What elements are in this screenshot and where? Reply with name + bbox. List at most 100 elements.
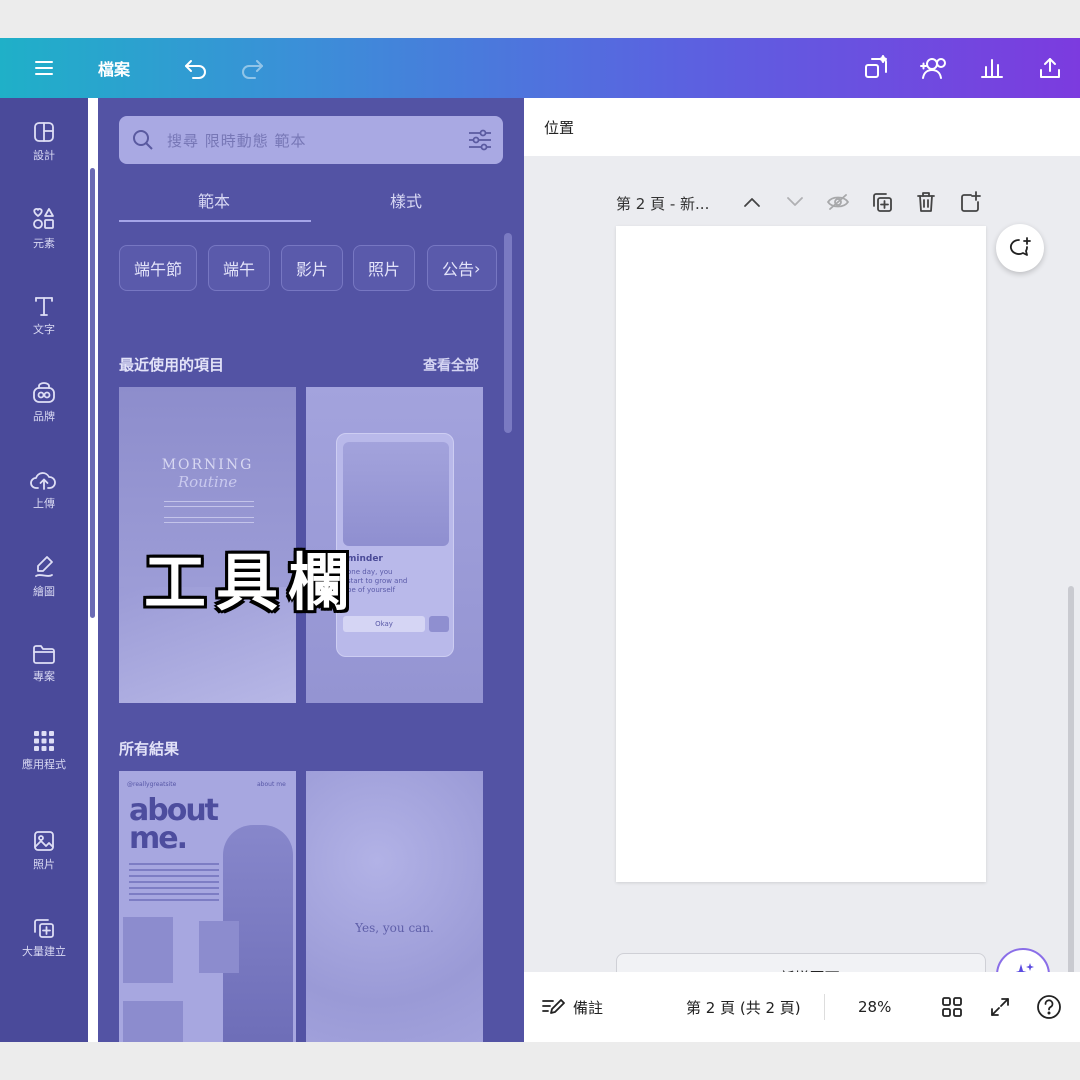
rail-item-label: 元素: [33, 236, 55, 250]
thumb-lines: [164, 517, 254, 523]
fullscreen-button[interactable]: [989, 972, 1011, 1042]
chevron-up-icon: [744, 198, 760, 207]
page-indicator[interactable]: 第 2 頁 (共 2 頁): [686, 972, 801, 1042]
thumb-handle: @reallygreatsite: [127, 781, 177, 788]
divider: [824, 994, 825, 1020]
rail-item-label: 照片: [33, 857, 55, 871]
tab-styles[interactable]: 樣式: [390, 188, 422, 212]
thumb-photo: [123, 1001, 183, 1042]
rail-item-projects[interactable]: 專案: [0, 623, 88, 703]
active-tab-indicator: [119, 220, 311, 222]
text-icon: [35, 296, 53, 316]
page-title[interactable]: 第 2 頁 - 新...: [616, 193, 709, 214]
photo-icon: [34, 830, 54, 851]
bottom-status-bar: 備註 第 2 頁 (共 2 頁) 28%: [524, 972, 1080, 1042]
rail-item-bulk-create[interactable]: 大量建立: [0, 897, 88, 977]
rail-scrollbar[interactable]: [90, 168, 95, 618]
filter-chip[interactable]: 端午節: [119, 245, 197, 291]
hamburger-icon: [35, 61, 53, 75]
duplicate-page-button[interactable]: [870, 190, 894, 214]
add-comment-button[interactable]: [996, 224, 1044, 272]
magic-resize-icon: [865, 55, 887, 78]
rail-item-label: 設計: [33, 148, 55, 162]
filter-chip-label: 公告: [442, 260, 475, 279]
analytics-button[interactable]: [972, 38, 1012, 98]
canvas-scrollbar[interactable]: [1068, 586, 1074, 1014]
share-people-button[interactable]: [914, 38, 954, 98]
notes-label: 備註: [573, 998, 604, 1017]
rail-item-elements[interactable]: 元素: [0, 188, 88, 268]
shapes-icon: [33, 207, 54, 229]
filter-sliders-icon[interactable]: [467, 128, 493, 152]
canvas-area: 位置 第 2 頁 - 新... + 新增頁面 ⌃: [524, 98, 1080, 1042]
recent-section-title: 最近使用的項目: [119, 356, 225, 374]
position-button[interactable]: 位置: [544, 117, 574, 138]
filter-chip[interactable]: 影片: [281, 245, 343, 291]
add-page-icon: [961, 191, 981, 212]
duplicate-icon: [873, 193, 892, 212]
upload-share-button[interactable]: [1030, 38, 1070, 98]
see-all-link[interactable]: 查看全部: [423, 355, 479, 375]
help-icon: [1037, 995, 1061, 1019]
rail-item-draw[interactable]: 繪圖: [0, 536, 88, 616]
rail-item-brand[interactable]: 品牌: [0, 362, 88, 442]
undo-button[interactable]: [176, 38, 216, 98]
rail-item-label: 品牌: [33, 409, 55, 423]
thumb-heading: MORNING: [161, 457, 254, 473]
notes-button[interactable]: 備註: [541, 972, 603, 1042]
heart-icon: [429, 616, 449, 632]
filter-chip[interactable]: 照片: [353, 245, 415, 291]
file-menu-button[interactable]: 檔案: [90, 38, 138, 98]
template-thumbnail[interactable]: @reallygreatsite about me about me. ♛: [119, 771, 296, 1042]
rail-item-photos[interactable]: 照片: [0, 810, 88, 890]
thumb-photo: [123, 917, 173, 983]
redo-button[interactable]: [232, 38, 272, 98]
panel-scrollbar[interactable]: [504, 233, 512, 433]
share-people-icon: [920, 58, 946, 79]
draw-icon: [35, 555, 53, 577]
canva-editor: 檔案 設計 元素 文字 品牌 上傳 繪圖 專案 應用程式 照片 大量建立 搜尋 …: [0, 38, 1080, 1042]
rail-item-label: 應用程式: [22, 757, 66, 771]
help-button[interactable]: [1036, 972, 1062, 1042]
rail-item-upload[interactable]: 上傳: [0, 449, 88, 529]
comment-add-icon: [1010, 237, 1031, 256]
filter-chip[interactable]: 公告 ›: [427, 245, 497, 291]
rail-item-apps[interactable]: 應用程式: [0, 710, 88, 790]
grid-view-button[interactable]: [941, 972, 963, 1042]
side-nav-rail: 設計 元素 文字 品牌 上傳 繪圖 專案 應用程式 照片 大量建立: [0, 98, 95, 1042]
template-thumbnail[interactable]: Yes, you can. ♛: [306, 771, 483, 1042]
rail-item-label: 繪圖: [33, 584, 55, 598]
redo-icon: [242, 60, 263, 79]
thumb-title: about me.: [129, 796, 219, 856]
thumb-quote: Yes, you can.: [355, 921, 434, 935]
add-page-icon-button[interactable]: [958, 190, 982, 214]
notes-pencil-icon: [542, 999, 565, 1014]
tab-templates[interactable]: 範本: [198, 188, 230, 212]
undo-icon: [185, 60, 206, 79]
magic-resize-button[interactable]: [856, 38, 896, 98]
grid-view-icon: [942, 997, 962, 1017]
rail-item-design[interactable]: 設計: [0, 101, 88, 181]
analytics-icon: [981, 59, 1003, 78]
context-toolbar: 位置: [524, 98, 1080, 156]
delete-page-button[interactable]: [914, 190, 938, 214]
move-page-up-button[interactable]: [740, 190, 764, 214]
thumb-title-line: me.: [129, 821, 188, 856]
upload-icon: [1040, 58, 1060, 78]
apps-grid-icon: [34, 730, 54, 751]
all-results-title: 所有結果: [119, 740, 180, 758]
thumb-lines: [164, 501, 254, 507]
zoom-level[interactable]: 28%: [858, 972, 891, 1042]
hamburger-menu-button[interactable]: [22, 38, 66, 98]
search-input[interactable]: 搜尋 限時動態 範本: [119, 116, 503, 164]
eye-hidden-icon: [827, 194, 849, 210]
bulk-create-icon: [34, 918, 54, 938]
filter-chip[interactable]: 端午: [208, 245, 270, 291]
move-page-down-button[interactable]: [783, 190, 807, 214]
phone-body: one day, you start to grow and be of you…: [347, 568, 408, 594]
design-page[interactable]: [616, 226, 986, 882]
thumb-script: Routine: [177, 473, 238, 491]
cloud-upload-icon: [30, 471, 56, 490]
rail-item-text[interactable]: 文字: [0, 275, 88, 355]
hide-page-button[interactable]: [826, 190, 850, 214]
